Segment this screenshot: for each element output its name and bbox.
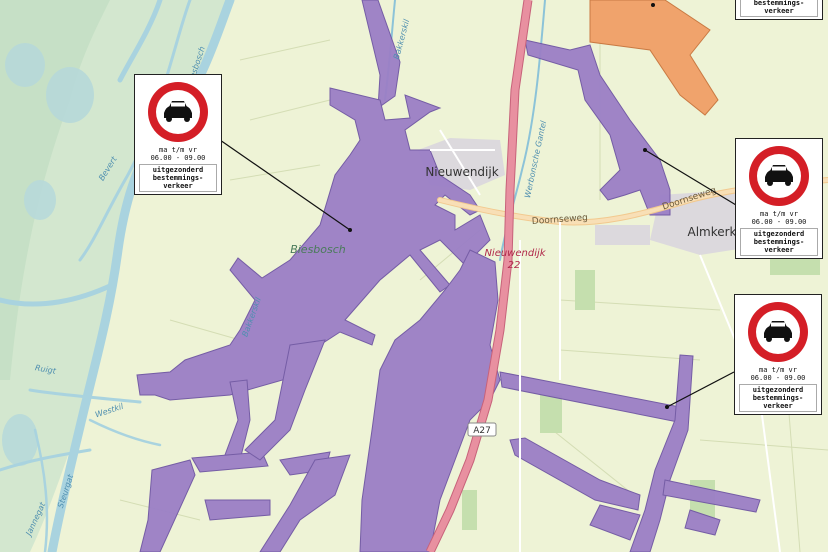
sign-time: 06.00 - 09.00 [750,374,806,382]
sign-exception-line-1: uitgezonderd [753,230,805,238]
sign-exception-line-3: verkeer [763,402,793,410]
no-motor-vehicles-sign-icon [148,82,208,142]
traffic-sign-left: ma t/m vr 06.00 - 09.00 uitgezonderd bes… [134,74,222,195]
sign-exception-line-1: uitgezonderd [152,166,204,174]
no-motor-vehicles-sign-icon [749,146,809,206]
sign-exception-box: uitgezonderd bestemmings- verkeer [139,164,217,192]
traffic-sign-right-bottom: ma t/m vr 06.00 - 09.00 uitgezonderd bes… [734,294,822,415]
sign-exception-line-2: bestemmings- [753,0,805,7]
map-canvas: A27 Nieuwendijk 22 Doornseweg Doornseweg… [0,0,828,552]
sign-exception-box: uitgezonderd bestemmings- verkeer [739,384,817,412]
sign-time: 06.00 - 09.00 [150,154,206,162]
nieuwendijk-label: Nieuwendijk [425,165,498,179]
traffic-sign-right-middle: ma t/m vr 06.00 - 09.00 uitgezonderd bes… [735,138,823,259]
sign-exception-line-3: verkeer [764,7,794,15]
map[interactable]: A27 Nieuwendijk 22 Doornseweg Doornseweg… [0,0,828,552]
sign-days: ma t/m vr [759,366,797,374]
sign-exception-line-1: uitgezonderd [752,386,804,394]
sign-time: 06.00 - 09.00 [751,218,807,226]
sign-exception-box: uitgezonderd bestemmings- verkeer [740,228,818,256]
no-motor-vehicles-sign-icon [748,302,808,362]
almkerk-label: Almkerk [687,225,736,239]
sign-exception-line-2: bestemmings- [753,238,805,246]
traffic-sign-top: bestemmings- verkeer [735,0,823,20]
sign-exception-line-3: verkeer [764,246,794,254]
sign-days: ma t/m vr [760,210,798,218]
biesbosch-label: Biesbosch [290,243,346,256]
sign-exception-box: bestemmings- verkeer [740,0,818,17]
exit-name-label: Nieuwendijk [484,248,546,259]
sign-exception-line-3: verkeer [163,182,193,190]
sign-exception-line-2: bestemmings- [152,174,204,182]
a27-label: A27 [473,426,491,436]
exit-number-label: 22 [508,260,521,271]
sign-days: ma t/m vr [159,146,197,154]
sign-exception-line-2: bestemmings- [752,394,804,402]
